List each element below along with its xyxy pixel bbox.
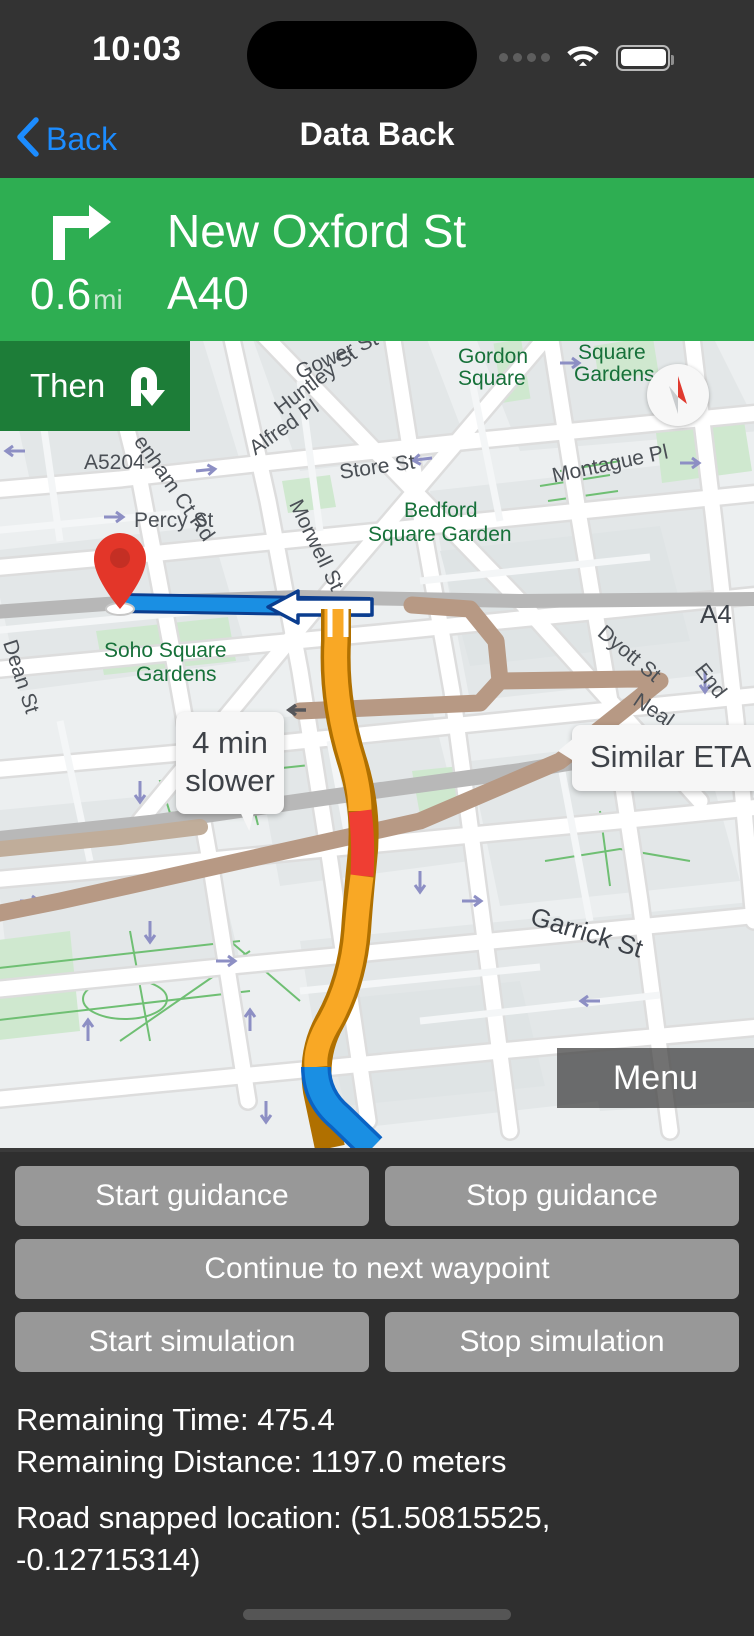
then-maneuver-strip: Then [0,341,190,431]
maneuver-distance-value: 0.6 [30,270,92,319]
home-indicator[interactable] [243,1609,511,1620]
button-row-guidance: Start guidance Stop guidance [0,1152,754,1226]
maneuver-banner: 0.6 mi New Oxford St A40 [0,178,754,341]
trip-info-block: Remaining Time: 475.4 Remaining Distance… [0,1385,754,1581]
remaining-distance-text: Remaining Distance: 1197.0 meters [16,1444,507,1479]
maneuver-distance: 0.6 mi [30,270,123,320]
remaining-time-text: Remaining Time: 475.4 [16,1402,335,1437]
start-guidance-button[interactable]: Start guidance [15,1166,369,1226]
status-indicators [499,42,674,73]
button-row-simulation: Start simulation Stop simulation [0,1312,754,1372]
maneuver-road-primary: New Oxford St [167,205,467,257]
callout-slower-line1: 4 min [192,725,268,760]
dynamic-island [247,21,477,89]
road-snapped-location-text: Road snapped location: (51.50815525, -0.… [16,1500,559,1577]
signal-dots-icon [499,53,550,62]
wifi-icon [566,42,600,73]
stop-guidance-button[interactable]: Stop guidance [385,1166,739,1226]
compass-north-icon[interactable] [647,364,709,426]
button-row-waypoint: Continue to next waypoint [0,1239,754,1299]
maneuver-distance-units: mi [93,284,123,315]
u-turn-right-icon [123,360,169,413]
stop-simulation-button[interactable]: Stop simulation [385,1312,739,1372]
phone-screen: 10:03 Back Data Back 0.6 mi New Oxford S… [0,0,754,1636]
map-canvas[interactable]: Gower St Gordon Square Square Gardens Huntley… [0,341,754,1148]
status-time: 10:03 [92,30,182,68]
then-label: Then [30,367,106,404]
callout-slower-line2: slower [185,763,275,798]
page-title: Data Back [299,116,455,152]
status-bar: 10:03 [0,0,754,100]
start-simulation-button[interactable]: Start simulation [15,1312,369,1372]
turn-right-icon [45,200,115,267]
navigation-bar: Back Data Back [0,100,754,178]
callout-slower[interactable]: 4 min slower [176,712,284,814]
controls-overlay: Start guidance Stop guidance Continue to… [0,1152,754,1636]
continue-to-next-waypoint-button[interactable]: Continue to next waypoint [15,1239,739,1299]
battery-full-icon [616,44,674,71]
maneuver-road-secondary: A40 [167,267,249,319]
callout-similar-eta[interactable]: Similar ETA [558,725,754,791]
menu-button[interactable]: Menu [557,1048,754,1108]
